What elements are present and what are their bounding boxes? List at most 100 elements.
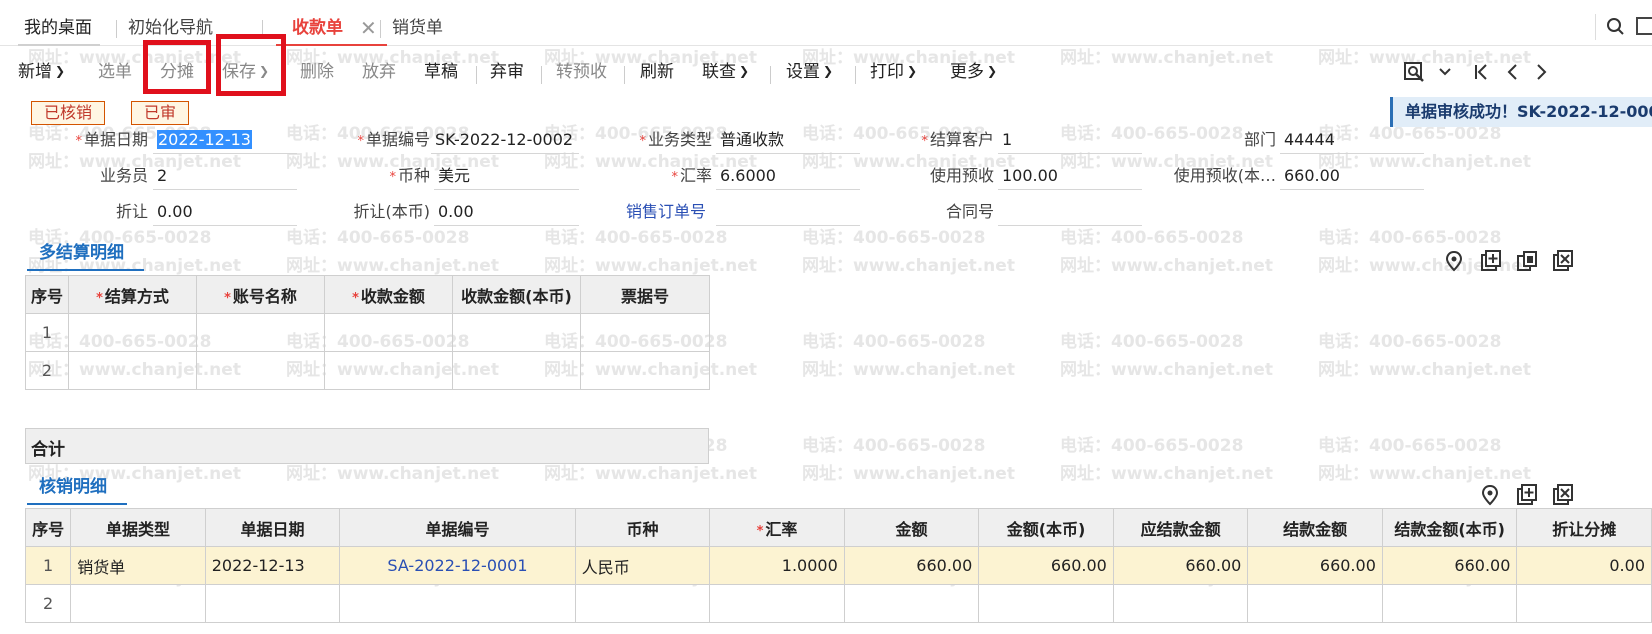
settlement-section-title[interactable]: 多结算明细 <box>27 238 144 271</box>
draft-button[interactable]: 草稿 <box>424 60 458 84</box>
table-cell[interactable] <box>580 313 710 352</box>
sales-order-link[interactable]: 销售订单号 <box>626 198 706 226</box>
column-header[interactable]: 金额 <box>843 508 980 547</box>
chevron-down-icon[interactable] <box>1438 60 1452 92</box>
table-cell[interactable] <box>580 351 710 390</box>
column-header[interactable]: 结款金额 <box>1247 508 1383 547</box>
dept-field[interactable]: 44444 <box>1280 126 1424 154</box>
column-header[interactable]: 币种 <box>574 508 711 547</box>
table-cell[interactable] <box>1247 584 1383 623</box>
copy-row-icon[interactable] <box>1516 250 1538 277</box>
discount-alloc-cell[interactable]: 0.00 <box>1516 546 1652 585</box>
tab-receipt[interactable]: 收款单 <box>276 16 387 46</box>
close-icon[interactable]: ✕ <box>360 16 377 40</box>
print-button[interactable]: 打印 ❯ <box>870 60 917 84</box>
table-cell[interactable] <box>324 351 453 390</box>
amount-cell[interactable]: 660.00 <box>843 546 980 585</box>
table-cell[interactable] <box>1381 584 1518 623</box>
column-header[interactable]: 折让分摊 <box>1516 508 1652 547</box>
verification-section-title[interactable]: 核销明细 <box>27 472 127 505</box>
settled-local-cell[interactable]: 660.00 <box>1381 546 1518 585</box>
add-row-icon[interactable] <box>1516 484 1538 511</box>
table-cell[interactable] <box>196 313 325 352</box>
new-button[interactable]: 新增 ❯ <box>18 60 65 84</box>
doc-code-link[interactable]: SA-2022-12-0001 <box>339 546 576 585</box>
salesman-field[interactable]: 2 <box>153 162 297 190</box>
column-header[interactable]: * 结算方式 <box>68 275 197 314</box>
discount-field[interactable]: 0.00 <box>153 198 297 226</box>
rate-cell[interactable]: 1.0000 <box>709 546 845 585</box>
table-cell[interactable] <box>452 313 581 352</box>
previous-icon[interactable] <box>1504 60 1520 90</box>
column-header[interactable]: * 收款金额 <box>324 275 453 314</box>
contract-field[interactable] <box>998 198 1142 226</box>
table-cell[interactable] <box>574 584 711 623</box>
amount-local-cell[interactable]: 660.00 <box>978 546 1114 585</box>
table-cell[interactable] <box>1516 584 1652 623</box>
doc-date-cell[interactable]: 2022-12-13 <box>204 546 341 585</box>
column-header[interactable]: 序号 <box>24 508 72 547</box>
table-cell[interactable] <box>452 351 581 390</box>
settings-button[interactable]: 设置 ❯ <box>786 60 833 84</box>
table-row[interactable]: 1 销货单 2022-12-13 SA-2022-12-0001 人民币 1.0… <box>24 546 1652 585</box>
add-row-icon[interactable] <box>1480 250 1502 277</box>
table-cell[interactable] <box>68 313 197 352</box>
table-cell[interactable] <box>1112 584 1249 623</box>
table-row[interactable]: 2 <box>24 584 1652 623</box>
column-header[interactable]: 单据类型 <box>70 508 206 547</box>
doc-date-field[interactable]: 2022-12-13 <box>153 126 297 154</box>
table-cell[interactable] <box>68 351 197 390</box>
refresh-button[interactable]: 刷新 <box>640 60 674 84</box>
column-header[interactable]: * 账号名称 <box>196 275 325 314</box>
table-cell[interactable] <box>709 584 845 623</box>
doc-no-field[interactable]: SK-2022-12-0002 <box>431 126 579 154</box>
table-cell[interactable] <box>324 313 453 352</box>
currency-cell[interactable]: 人民币 <box>574 546 711 585</box>
table-row[interactable]: 1 <box>25 313 710 352</box>
select-button[interactable]: 选单 <box>98 60 132 84</box>
column-header[interactable]: 应结款金额 <box>1112 508 1249 547</box>
tab-init-nav[interactable]: 初始化导航 <box>128 16 213 40</box>
table-cell[interactable] <box>339 584 576 623</box>
location-icon[interactable] <box>1480 484 1500 511</box>
delete-row-icon[interactable] <box>1552 250 1574 277</box>
column-header[interactable]: 收款金额(本币) <box>452 275 581 314</box>
doc-type-cell[interactable]: 销货单 <box>70 546 206 585</box>
customer-field[interactable]: 1 <box>998 126 1142 154</box>
due-amount-cell[interactable]: 660.00 <box>1112 546 1249 585</box>
column-header[interactable]: 单据日期 <box>204 508 341 547</box>
use-prepay-field[interactable]: 100.00 <box>998 162 1142 190</box>
column-header[interactable]: 金额(本币) <box>978 508 1114 547</box>
use-prepay-local-field[interactable]: 660.00 <box>1280 162 1424 190</box>
sales-order-field[interactable] <box>716 198 860 226</box>
more-button[interactable]: 更多 ❯ <box>950 60 997 84</box>
table-cell[interactable] <box>978 584 1114 623</box>
delete-row-icon[interactable] <box>1552 484 1574 511</box>
column-header[interactable]: 票据号 <box>580 275 710 314</box>
biz-type-field[interactable]: 普通收款 <box>716 126 860 154</box>
unaudit-button[interactable]: 弃审 <box>490 60 524 84</box>
table-cell[interactable] <box>70 584 206 623</box>
to-prepay-button[interactable]: 转预收 <box>556 60 607 84</box>
next-icon[interactable] <box>1534 60 1550 90</box>
column-header[interactable]: 结款金额(本币) <box>1381 508 1518 547</box>
abandon-button[interactable]: 放弃 <box>362 60 396 84</box>
column-header[interactable]: 单据编号 <box>339 508 576 547</box>
table-cell[interactable] <box>196 351 325 390</box>
currency-field[interactable]: 美元 <box>434 162 579 190</box>
table-row[interactable]: 2 <box>25 351 710 390</box>
table-cell[interactable] <box>204 584 341 623</box>
tab-sales-delivery[interactable]: 销货单 <box>392 16 443 40</box>
preview-icon[interactable] <box>1402 60 1426 90</box>
link-query-button[interactable]: 联查 ❯ <box>702 60 749 84</box>
column-header[interactable]: * 汇率 <box>709 508 845 547</box>
search-icon[interactable] <box>1606 16 1626 43</box>
rate-field[interactable]: 6.6000 <box>716 162 860 190</box>
delete-button[interactable]: 删除 <box>300 60 334 84</box>
column-header[interactable]: 序号 <box>25 275 69 314</box>
settled-amount-cell[interactable]: 660.00 <box>1247 546 1383 585</box>
location-icon[interactable] <box>1444 250 1464 277</box>
tab-my-desktop[interactable]: 我的桌面 <box>18 16 100 46</box>
first-record-icon[interactable] <box>1472 60 1490 90</box>
window-icon[interactable] <box>1636 17 1652 35</box>
